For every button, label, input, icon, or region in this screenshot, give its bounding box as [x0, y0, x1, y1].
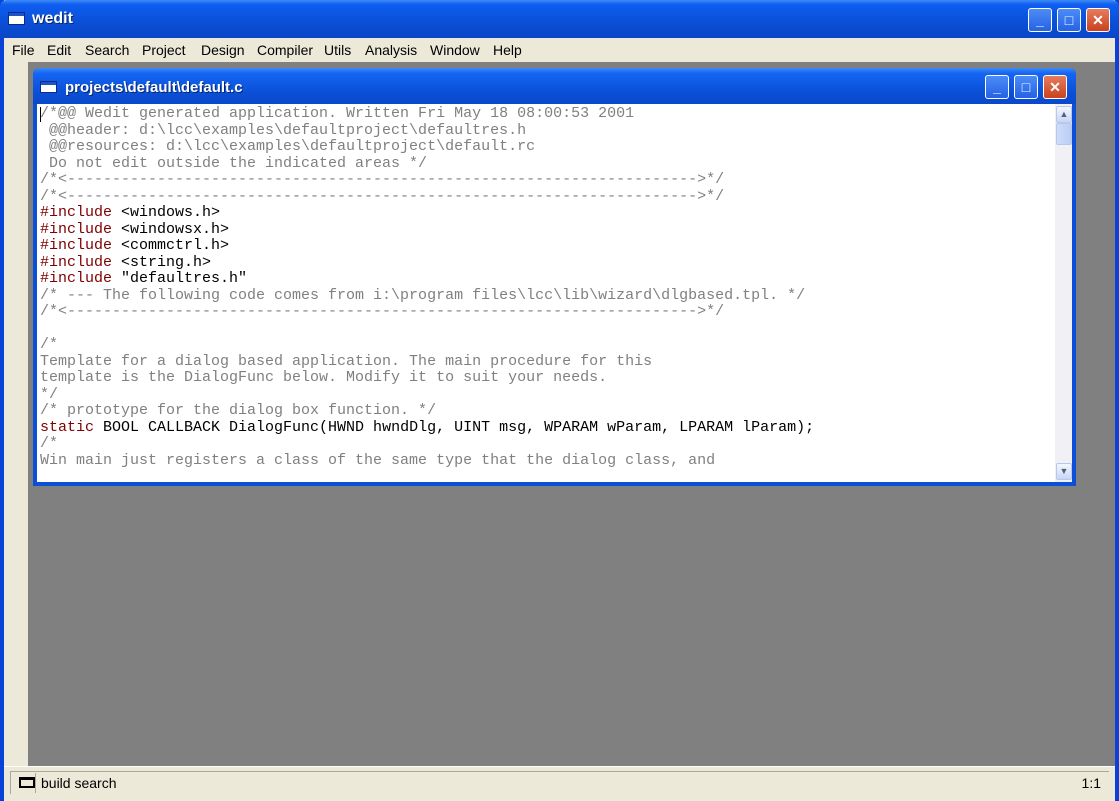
status-panel: build search 1:1 — [10, 771, 1109, 794]
menu-window[interactable]: Window — [430, 42, 480, 58]
menu-search[interactable]: Search — [85, 42, 129, 58]
code-line: template is the DialogFunc below. Modify… — [40, 369, 608, 386]
app-window-icon[interactable] — [8, 12, 25, 25]
code-line: /*<-------------------------------------… — [40, 171, 725, 188]
minimize-button[interactable]: _ — [1028, 8, 1052, 32]
close-button[interactable]: ✕ — [1086, 8, 1110, 32]
maximize-button[interactable]: □ — [1057, 8, 1081, 32]
menu-file[interactable]: File — [12, 42, 35, 58]
code-line: /* --- The following code comes from i:\… — [40, 286, 806, 304]
menu-project[interactable]: Project — [142, 42, 186, 58]
code-line: /*<-------------------------------------… — [40, 187, 725, 205]
code-line: /*@@ Wedit generated application. Writte… — [40, 105, 635, 122]
menu-help[interactable]: Help — [493, 42, 522, 58]
scroll-up-button[interactable]: ▲ — [1056, 106, 1072, 123]
child-minimize-button[interactable]: _ — [985, 75, 1009, 99]
app-title-bar[interactable]: wedit _ □ ✕ — [0, 0, 1119, 38]
vertical-scrollbar[interactable]: ▲ ▼ — [1055, 104, 1072, 482]
code-line: #include <windowsx.h> — [40, 220, 230, 238]
menu-analysis[interactable]: Analysis — [365, 42, 417, 58]
app-window: wedit _ □ ✕ File Edit Search Project Des… — [0, 0, 1119, 801]
cursor-position: 1:1 — [1081, 775, 1101, 791]
code-line: Do not edit outside the indicated areas … — [40, 154, 428, 172]
editor-title: projects\default\default.c — [65, 79, 243, 96]
status-divider — [35, 773, 36, 793]
child-maximize-button[interactable]: □ — [1014, 75, 1038, 99]
menu-utils[interactable]: Utils — [324, 42, 351, 58]
code-line: #include "defaultres.h" — [40, 270, 248, 287]
status-bar: build search 1:1 — [4, 766, 1115, 801]
code-text[interactable]: /*@@ Wedit generated application. Writte… — [40, 105, 815, 469]
code-line: Win main just registers a class of the s… — [40, 451, 716, 469]
code-line: /* — [40, 435, 59, 452]
scroll-down-button[interactable]: ▼ — [1056, 463, 1072, 480]
code-line: static BOOL CALLBACK DialogFunc(HWND hwn… — [40, 418, 815, 436]
code-line: #include <string.h> — [40, 253, 212, 271]
menu-edit[interactable]: Edit — [47, 42, 71, 58]
code-line: */ — [40, 385, 59, 403]
window-status-icon[interactable] — [19, 777, 35, 788]
code-editor[interactable]: /*@@ Wedit generated application. Writte… — [37, 104, 1072, 482]
child-close-button[interactable]: ✕ — [1043, 75, 1067, 99]
editor-title-bar[interactable]: projects\default\default.c _ □ ✕ — [33, 68, 1076, 104]
menu-compiler[interactable]: Compiler — [257, 42, 313, 58]
code-line: /* — [40, 336, 59, 353]
code-line: #include <commctrl.h> — [40, 237, 230, 254]
code-line: Template for a dialog based application.… — [40, 352, 653, 370]
left-strip — [4, 62, 28, 766]
editor-child-window: projects\default\default.c _ □ ✕ /*@@ We… — [33, 68, 1076, 486]
scroll-thumb[interactable] — [1056, 123, 1072, 145]
status-text: build search — [41, 775, 117, 791]
code-line: @@resources: d:\lcc\examples\defaultproj… — [40, 138, 536, 155]
app-title: wedit — [32, 10, 73, 27]
document-icon[interactable] — [40, 81, 57, 93]
code-line: /* prototype for the dialog box function… — [40, 402, 437, 419]
code-line: /*<-------------------------------------… — [40, 303, 725, 320]
menu-design[interactable]: Design — [201, 42, 245, 58]
menu-bar: File Edit Search Project Design Compiler… — [4, 38, 1115, 62]
code-line: @@header: d:\lcc\examples\defaultproject… — [40, 121, 527, 139]
code-line: #include <windows.h> — [40, 204, 221, 221]
